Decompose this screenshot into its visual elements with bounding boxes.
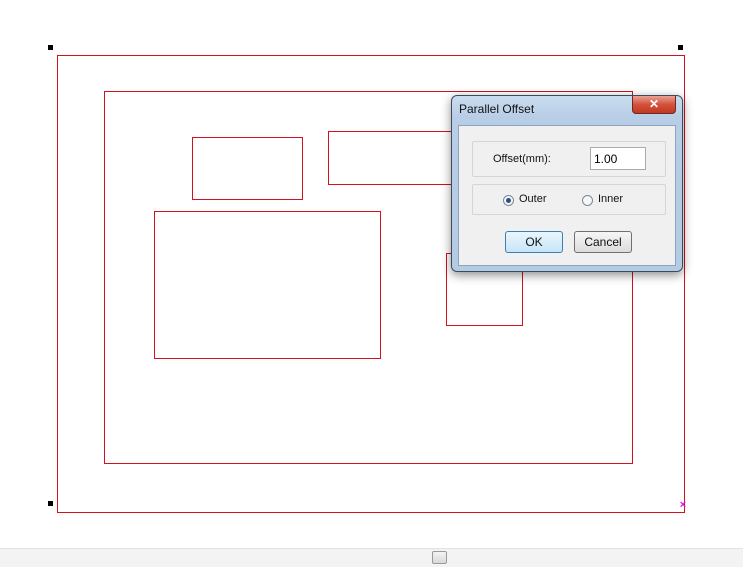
origin-marker-icon: × <box>679 499 687 511</box>
parallel-offset-dialog: Parallel Offset ✕ Offset(mm): Outer Inne… <box>451 95 683 272</box>
cancel-button[interactable]: Cancel <box>574 231 632 253</box>
inner-label[interactable]: Inner <box>598 193 623 205</box>
small-rectangle[interactable] <box>192 137 303 200</box>
inner-radio[interactable] <box>582 195 593 206</box>
drawing-canvas[interactable]: × <box>0 0 743 545</box>
dialog-title: Parallel Offset <box>459 102 535 116</box>
wide-rectangle[interactable] <box>328 131 458 185</box>
offset-label: Offset(mm): <box>493 153 551 165</box>
selection-handle-top-left[interactable] <box>48 45 53 50</box>
selection-handle-top-right[interactable] <box>678 45 683 50</box>
large-rectangle[interactable] <box>154 211 381 359</box>
mode-group: Outer Inner <box>472 184 666 215</box>
horizontal-scrollbar[interactable] <box>0 548 743 567</box>
outer-radio[interactable] <box>503 195 514 206</box>
offset-group: Offset(mm): <box>472 141 666 177</box>
dialog-body: Offset(mm): Outer Inner OK Cancel <box>458 125 676 266</box>
scrollbar-thumb[interactable] <box>432 551 447 564</box>
close-button[interactable]: ✕ <box>632 96 676 114</box>
close-icon: ✕ <box>648 97 660 111</box>
offset-input[interactable] <box>590 147 646 170</box>
ok-button[interactable]: OK <box>505 231 563 253</box>
selection-handle-bottom-left[interactable] <box>48 501 53 506</box>
outer-label[interactable]: Outer <box>519 193 547 205</box>
